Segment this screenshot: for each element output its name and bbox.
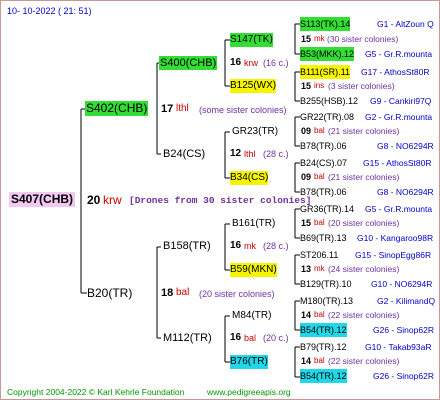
gen4-drone-code: mk bbox=[314, 34, 325, 43]
gen4-queen-id[interactable]: B78(TR).06 bbox=[300, 185, 347, 199]
gen4-queen-id[interactable]: ST206.11 bbox=[300, 248, 338, 262]
gen2-drone-code: mk bbox=[244, 241, 256, 251]
gen4-queen-id[interactable]: B111(SR).11 bbox=[300, 65, 351, 79]
gen3-queen-id[interactable]: S147(TK) bbox=[230, 33, 273, 47]
gen4-drone-note: (20 sister colonies) bbox=[328, 218, 400, 228]
gen4-drone-note: (30 sister colonies) bbox=[327, 34, 399, 44]
gen4-drone-code: mk bbox=[314, 264, 325, 273]
gen4-queen-ref: G2 - KilimandQ bbox=[377, 296, 436, 306]
gen4-queen-id[interactable]: B24(CS).07 bbox=[300, 156, 347, 170]
footer-site-link[interactable]: www.pedigreeapis.org bbox=[207, 385, 291, 399]
gen4-drone-count: 14 bbox=[301, 310, 312, 320]
gen4-queen-ref: G10 - Takab93aR bbox=[365, 342, 432, 352]
root-drone-note: [Drones from 30 sister colonies] bbox=[129, 195, 312, 206]
gen1-queen-id[interactable]: S402(CHB) bbox=[85, 101, 149, 116]
root-drone-code: krw bbox=[103, 193, 122, 207]
gen4-queen-ref: G10 - Kangaroo98R bbox=[357, 233, 434, 243]
gen4-drone-note: (3 sister colonies) bbox=[328, 81, 395, 91]
gen4-queen-id[interactable]: GR36(TR).14 bbox=[300, 202, 354, 216]
root-drone-count: 20 bbox=[87, 193, 101, 207]
gen2-drone-code: bal bbox=[244, 333, 257, 343]
gen4-queen-id[interactable]: B53(MKK).12 bbox=[300, 47, 355, 61]
gen4-drone-code: bal bbox=[314, 310, 325, 319]
gen3-queen-id[interactable]: B59(MKN) bbox=[230, 263, 277, 277]
gen3-queen-id[interactable]: B161(TR) bbox=[232, 217, 275, 231]
gen4-queen-ref: G15 - AthosSt80R bbox=[363, 158, 432, 168]
gen4-drone-count: 15 bbox=[301, 218, 312, 228]
gen4-queen-id[interactable]: B54(TR).12 bbox=[300, 369, 347, 383]
gen2-queen-id[interactable]: S400(CHB) bbox=[159, 56, 218, 70]
gen4-drone-note: (21 sister colonies) bbox=[328, 126, 400, 136]
gen2-queen-id[interactable]: B24(CS) bbox=[163, 147, 205, 161]
gen4-drone-count: 15 bbox=[301, 81, 312, 91]
gen4-queen-ref: G2 - Gr.R.mounta bbox=[365, 112, 433, 122]
report-date: 10- 10-2022 ( 21: 51) bbox=[7, 6, 92, 16]
gen3-queen-id[interactable]: GR23(TR) bbox=[232, 125, 278, 139]
gen2-drone-count: 12 bbox=[230, 148, 242, 159]
gen2-drone-count: 16 bbox=[230, 57, 242, 68]
gen4-drone-code: ins bbox=[314, 81, 325, 90]
gen4-queen-ref: G26 - Sinop62R bbox=[373, 325, 434, 335]
gen2-drone-code: krw bbox=[244, 58, 258, 68]
gen3-queen-id[interactable]: B125(WX) bbox=[230, 79, 277, 93]
gen2-queen-id[interactable]: M112(TR) bbox=[163, 331, 212, 345]
gen1-drone-count: 18 bbox=[161, 287, 174, 299]
gen1-drone-count: 17 bbox=[161, 103, 174, 115]
gen4-drone-note: (22 sister colonies) bbox=[328, 356, 400, 366]
gen2-drone-note: (16 c.) bbox=[263, 58, 289, 68]
gen2-queen-id[interactable]: B158(TR) bbox=[163, 239, 211, 253]
gen4-queen-id[interactable]: B129(TR).10 bbox=[300, 277, 352, 291]
gen4-queen-ref: G26 - Sinop62R bbox=[373, 371, 434, 381]
gen4-queen-ref: G9 - Cankiri97Q bbox=[370, 96, 432, 106]
gen4-queen-ref: G5 - Gr.R.mounta bbox=[365, 49, 433, 59]
gen1-drone-code: lthl bbox=[176, 103, 189, 114]
gen4-queen-id[interactable]: M180(TR).13 bbox=[300, 294, 353, 308]
gen3-queen-id[interactable]: B76(TR) bbox=[230, 355, 268, 369]
gen4-queen-id[interactable]: GR22(TR).08 bbox=[300, 110, 354, 124]
gen3-queen-id[interactable]: B34(CS) bbox=[230, 171, 269, 185]
footer-copyright: Copyright 2004-2022 © Karl Kehrle Founda… bbox=[7, 387, 185, 397]
gen4-drone-count: 13 bbox=[301, 264, 312, 274]
gen4-drone-code: bal bbox=[314, 218, 325, 227]
gen4-drone-code: bal bbox=[314, 356, 325, 365]
gen2-drone-count: 16 bbox=[230, 240, 242, 251]
gen4-queen-id[interactable]: B79(TR).12 bbox=[300, 340, 347, 354]
gen4-drone-code: bal bbox=[314, 172, 325, 181]
gen4-queen-ref: G5 - Gr.R.mounta bbox=[365, 204, 433, 214]
gen1-queen-id[interactable]: B20(TR) bbox=[87, 286, 132, 300]
gen4-queen-ref: G8 - NO6294R bbox=[377, 187, 434, 197]
gen4-queen-id[interactable]: B69(TR).13 bbox=[300, 231, 347, 245]
gen1-drone-code: bal bbox=[176, 287, 190, 298]
gen1-drone-note: (some sister colonies) bbox=[199, 105, 287, 115]
gen2-drone-note: (28 c.) bbox=[263, 241, 289, 251]
gen4-queen-ref: G1 - AltZoun Q bbox=[377, 19, 434, 29]
gen4-queen-id[interactable]: B255(HSB).12 bbox=[300, 94, 358, 108]
gen4-queen-ref: G10 - NO6294R bbox=[371, 279, 433, 289]
gen4-queen-id[interactable]: B54(TR).12 bbox=[300, 323, 347, 337]
gen4-queen-ref: G8 - NO6294R bbox=[377, 141, 434, 151]
pedigree-frame: 10- 10-2022 ( 21: 51) S407(CHB) 20 krw [… bbox=[0, 0, 440, 400]
gen4-drone-code: bal bbox=[314, 126, 325, 135]
gen4-drone-count: 09 bbox=[301, 172, 312, 182]
root-queen-id[interactable]: S407(CHB) bbox=[9, 192, 76, 207]
gen4-drone-note: (22 sister colonies) bbox=[328, 310, 400, 320]
gen3-queen-id[interactable]: M84(TR) bbox=[232, 309, 271, 323]
gen4-queen-ref: G17 - AthosSt80R bbox=[361, 67, 430, 77]
gen2-drone-note: (28 c.) bbox=[263, 149, 289, 159]
gen4-drone-note: (21 sister colonies) bbox=[328, 172, 400, 182]
gen2-drone-count: 16 bbox=[230, 332, 242, 343]
gen4-drone-count: 09 bbox=[301, 126, 312, 136]
gen4-queen-id[interactable]: S113(TK).14 bbox=[300, 17, 351, 31]
gen4-drone-count: 15 bbox=[301, 34, 312, 44]
gen2-drone-note: (20 c.) bbox=[263, 333, 289, 343]
gen4-queen-ref: G15 - SinopEgg86R bbox=[355, 250, 432, 260]
gen1-drone-note: (20 sister colonies) bbox=[199, 289, 275, 299]
gen4-drone-count: 14 bbox=[301, 356, 312, 366]
gen4-drone-note: (24 sister colonies) bbox=[328, 264, 400, 274]
gen2-drone-code: lthl bbox=[244, 149, 256, 159]
gen4-queen-id[interactable]: B78(TR).06 bbox=[300, 139, 347, 153]
